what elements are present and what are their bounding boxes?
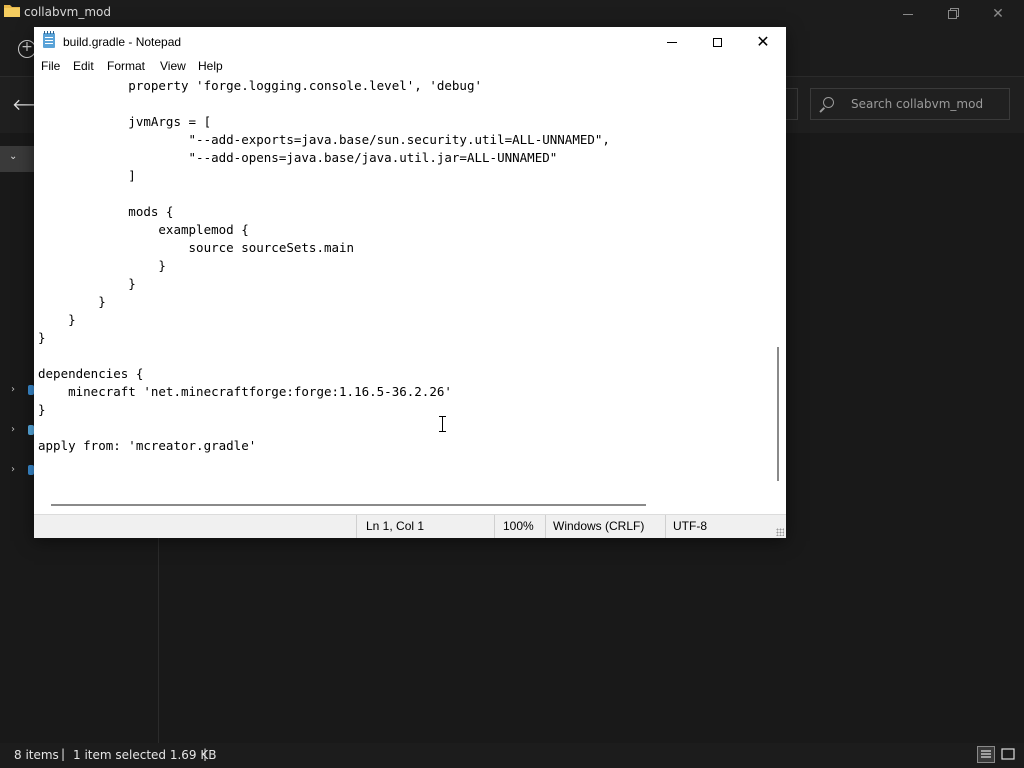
menu-view[interactable]: View [159, 59, 187, 73]
status-encoding-section: UTF-8 [665, 515, 787, 538]
explorer-restore-button[interactable] [930, 2, 974, 26]
horizontal-scroll-thumb[interactable] [51, 504, 646, 506]
resize-grip[interactable] [776, 528, 784, 536]
close-icon: ✕ [992, 6, 1004, 22]
vertical-scrollbar[interactable] [770, 77, 786, 497]
vertical-scroll-thumb[interactable] [777, 347, 779, 481]
chevron-down-icon[interactable]: ⌄ [9, 151, 17, 162]
chevron-right-icon[interactable]: › [11, 424, 15, 435]
status-separator: | [61, 747, 66, 761]
status-line-ending-section: Windows (CRLF) [545, 515, 665, 538]
explorer-titlebar: collabvm_mod ✕ [0, 0, 1024, 28]
search-icon [823, 97, 834, 108]
folder-icon [4, 5, 20, 17]
notepad-maximize-button[interactable] [694, 27, 740, 57]
chevron-right-icon[interactable]: › [11, 464, 15, 475]
minimize-icon [903, 13, 913, 15]
text-editor[interactable]: property 'forge.logging.console.level', … [34, 77, 770, 497]
selection-info: 1 item selected 1.69 KB [73, 748, 217, 762]
zoom-level: 100% [503, 519, 534, 533]
explorer-status-bar: 8 items | 1 item selected 1.69 KB | [0, 743, 1024, 768]
restore-icon [947, 9, 957, 19]
item-count: 8 items [14, 748, 59, 762]
status-position-section: Ln 1, Col 1 [356, 515, 494, 538]
menu-bar: File Edit Format View Help [34, 57, 786, 77]
close-icon: ✕ [756, 32, 770, 51]
explorer-window-title: collabvm_mod [24, 5, 112, 19]
chevron-right-icon[interactable]: › [11, 384, 15, 395]
tiles-view-icon[interactable] [999, 746, 1017, 763]
status-separator: | [203, 747, 208, 761]
notepad-close-button[interactable]: ✕ [740, 27, 786, 57]
menu-format[interactable]: Format [106, 59, 146, 73]
line-ending: Windows (CRLF) [553, 519, 645, 533]
menu-file[interactable]: File [40, 59, 61, 73]
notepad-window-title: build.gradle - Notepad [63, 35, 182, 49]
notepad-titlebar[interactable]: build.gradle - Notepad ✕ [34, 27, 786, 57]
horizontal-scrollbar[interactable] [34, 497, 786, 514]
explorer-close-button[interactable]: ✕ [976, 2, 1020, 26]
notepad-icon [43, 31, 55, 48]
sidebar-item-selected[interactable]: ⌄ [0, 146, 34, 172]
menu-edit[interactable]: Edit [72, 59, 95, 73]
maximize-icon [712, 37, 722, 47]
details-view-icon[interactable] [977, 746, 995, 763]
cursor-position: Ln 1, Col 1 [366, 519, 425, 533]
minimize-icon [667, 41, 677, 43]
notepad-status-bar: Ln 1, Col 1 100% Windows (CRLF) UTF-8 [34, 514, 786, 538]
notepad-window: build.gradle - Notepad ✕ File Edit Forma… [34, 27, 786, 538]
editor-content[interactable]: property 'forge.logging.console.level', … [38, 77, 610, 455]
text-cursor-icon [438, 416, 448, 432]
search-input[interactable]: Search collabvm_mod [810, 88, 1010, 120]
status-zoom-section: 100% [494, 515, 545, 538]
explorer-minimize-button[interactable] [886, 2, 930, 26]
menu-help[interactable]: Help [197, 59, 224, 73]
address-bar[interactable] [786, 88, 798, 120]
encoding: UTF-8 [673, 519, 707, 533]
search-placeholder: Search collabvm_mod [851, 97, 984, 111]
notepad-minimize-button[interactable] [649, 27, 695, 57]
